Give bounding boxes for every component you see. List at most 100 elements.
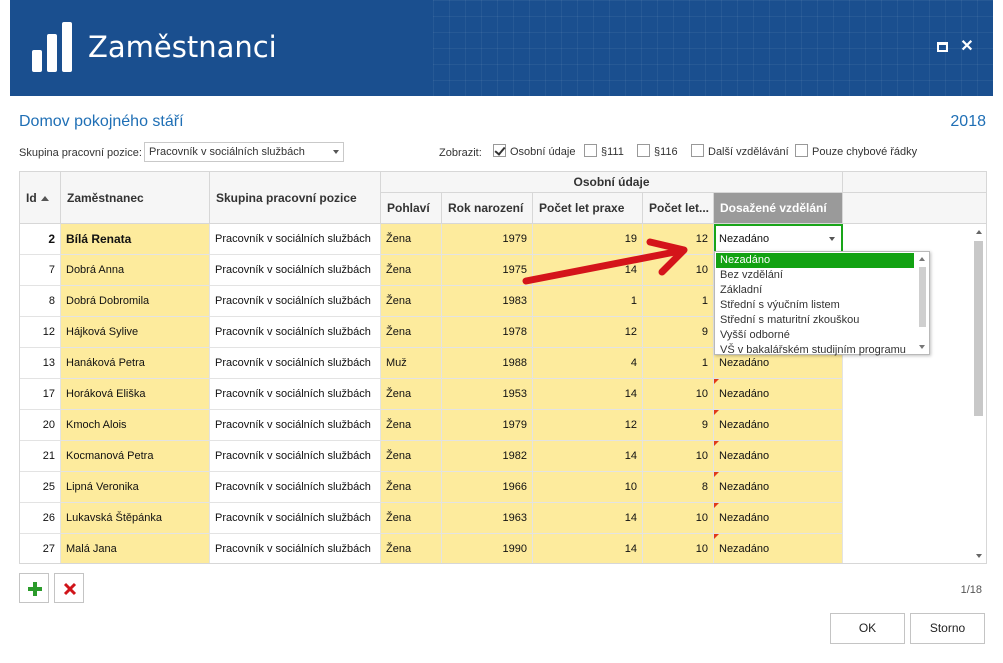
delete-row-button[interactable]	[54, 573, 84, 603]
cancel-button[interactable]: Storno	[910, 613, 985, 644]
cell-group[interactable]: Pracovník v sociálních službách	[210, 317, 381, 347]
cell-name[interactable]: Lipná Veronika	[61, 472, 210, 502]
cell-education[interactable]: Nezadáno	[714, 410, 843, 440]
cell-id[interactable]: 2	[20, 224, 61, 254]
cell-birth[interactable]: 1988	[442, 348, 533, 378]
cell-group[interactable]: Pracovník v sociálních službách	[210, 224, 381, 254]
education-combobox[interactable]: Nezadáno	[714, 224, 843, 254]
column-header-id[interactable]: Id	[20, 172, 61, 224]
scroll-up-icon[interactable]	[976, 230, 982, 234]
cell-practice[interactable]: 14	[533, 441, 643, 471]
cell-group[interactable]: Pracovník v sociálních službách	[210, 441, 381, 471]
scroll-down-icon[interactable]	[919, 345, 925, 349]
cell-name[interactable]: Lukavská Štěpánka	[61, 503, 210, 533]
cell-years[interactable]: 10	[643, 503, 714, 533]
cell-gender[interactable]: Žena	[381, 441, 442, 471]
add-row-button[interactable]	[19, 573, 49, 603]
cell-group[interactable]: Pracovník v sociálních službách	[210, 286, 381, 316]
cell-birth[interactable]: 1979	[442, 410, 533, 440]
table-row[interactable]: 25 Lipná Veronika Pracovník v sociálních s…	[20, 472, 843, 503]
scroll-down-icon[interactable]	[976, 554, 982, 558]
dropdown-option[interactable]: VŠ v bakalářském studijním programu	[716, 343, 914, 358]
column-header-group[interactable]: Skupina pracovní pozice	[210, 172, 381, 224]
column-header-employee[interactable]: Zaměstnanec	[61, 172, 210, 224]
cell-years[interactable]: 1	[643, 286, 714, 316]
cell-practice[interactable]: 10	[533, 472, 643, 502]
ok-button[interactable]: OK	[830, 613, 905, 644]
table-row[interactable]: 26 Lukavská Štěpánka Pracovník v sociálníc…	[20, 503, 843, 534]
column-header-years[interactable]: Počet let...	[643, 193, 714, 224]
cell-gender[interactable]: Žena	[381, 534, 442, 563]
cell-practice[interactable]: 12	[533, 317, 643, 347]
table-row[interactable]: 27 Malá Jana Pracovník v sociálních službá…	[20, 534, 843, 563]
cell-practice[interactable]: 4	[533, 348, 643, 378]
cell-name[interactable]: Dobrá Anna	[61, 255, 210, 285]
cell-gender[interactable]: Žena	[381, 472, 442, 502]
cell-id[interactable]: 12	[20, 317, 61, 347]
cell-birth[interactable]: 1966	[442, 472, 533, 502]
table-row[interactable]: 21 Kocmanová Petra Pracovník v sociálních …	[20, 441, 843, 472]
cell-gender[interactable]: Žena	[381, 224, 442, 254]
cell-id[interactable]: 7	[20, 255, 61, 285]
cell-birth[interactable]: 1953	[442, 379, 533, 409]
scroll-up-icon[interactable]	[919, 257, 925, 261]
cell-group[interactable]: Pracovník v sociálních službách	[210, 410, 381, 440]
table-row[interactable]: 17 Horáková Eliška Pracovník v sociálních …	[20, 379, 843, 410]
cell-name[interactable]: Bílá Renata	[61, 224, 210, 254]
cell-name[interactable]: Hanáková Petra	[61, 348, 210, 378]
cell-name[interactable]: Kocmanová Petra	[61, 441, 210, 471]
cell-id[interactable]: 8	[20, 286, 61, 316]
cell-name[interactable]: Horáková Eliška	[61, 379, 210, 409]
cell-name[interactable]: Dobrá Dobromila	[61, 286, 210, 316]
maximize-icon[interactable]	[935, 40, 949, 54]
cell-name[interactable]: Malá Jana	[61, 534, 210, 563]
cell-id[interactable]: 27	[20, 534, 61, 563]
cell-birth[interactable]: 1983	[442, 286, 533, 316]
cell-birth[interactable]: 1990	[442, 534, 533, 563]
cell-group[interactable]: Pracovník v sociálních službách	[210, 255, 381, 285]
cell-group[interactable]: Pracovník v sociálních službách	[210, 472, 381, 502]
dropdown-option[interactable]: Střední s maturitní zkouškou	[716, 313, 914, 328]
cell-id[interactable]: 17	[20, 379, 61, 409]
cell-practice[interactable]: 14	[533, 379, 643, 409]
cell-id[interactable]: 20	[20, 410, 61, 440]
cell-birth[interactable]: 1982	[442, 441, 533, 471]
cell-practice[interactable]: 1	[533, 286, 643, 316]
cell-years[interactable]: 8	[643, 472, 714, 502]
column-header-gender[interactable]: Pohlaví	[381, 193, 442, 224]
cell-education[interactable]: Nezadáno	[714, 441, 843, 471]
cell-years[interactable]: 1	[643, 348, 714, 378]
cell-group[interactable]: Pracovník v sociálních službách	[210, 534, 381, 563]
cell-years[interactable]: 9	[643, 410, 714, 440]
cell-practice[interactable]: 14	[533, 255, 643, 285]
cell-years[interactable]: 10	[643, 379, 714, 409]
cell-practice[interactable]: 14	[533, 534, 643, 563]
cell-years[interactable]: 10	[643, 255, 714, 285]
cell-years[interactable]: 9	[643, 317, 714, 347]
cell-education[interactable]: Nezadáno	[714, 472, 843, 502]
cell-gender[interactable]: Žena	[381, 379, 442, 409]
cell-id[interactable]: 25	[20, 472, 61, 502]
scroll-thumb[interactable]	[919, 267, 926, 327]
column-header-education[interactable]: Dosažené vzdělání	[714, 193, 843, 224]
cell-gender[interactable]: Žena	[381, 255, 442, 285]
cell-gender[interactable]: Muž	[381, 348, 442, 378]
cell-years[interactable]: 10	[643, 534, 714, 563]
education-dropdown-list[interactable]: Nezadáno Bez vzdělání Základní Střední s vý…	[714, 251, 930, 358]
cell-gender[interactable]: Žena	[381, 286, 442, 316]
dropdown-scrollbar[interactable]	[916, 253, 928, 353]
checkbox-dalsi-vzdelavani[interactable]: Další vzdělávání	[691, 144, 789, 160]
cell-practice[interactable]: 14	[533, 503, 643, 533]
cell-gender[interactable]: Žena	[381, 503, 442, 533]
cell-education[interactable]: Nezadáno	[714, 534, 843, 563]
cell-education[interactable]: Nezadáno	[714, 379, 843, 409]
dropdown-option[interactable]: Bez vzdělání	[716, 268, 914, 283]
cell-birth[interactable]: 1963	[442, 503, 533, 533]
cell-years[interactable]: 10	[643, 441, 714, 471]
checkbox-osobni-udaje[interactable]: Osobní údaje	[493, 144, 575, 160]
checkbox-111[interactable]: §111	[584, 144, 624, 160]
cell-practice[interactable]: 19	[533, 224, 643, 254]
dropdown-option[interactable]: Nezadáno	[716, 253, 914, 268]
cell-group[interactable]: Pracovník v sociálních službách	[210, 379, 381, 409]
column-header-practice[interactable]: Počet let praxe	[533, 193, 643, 224]
